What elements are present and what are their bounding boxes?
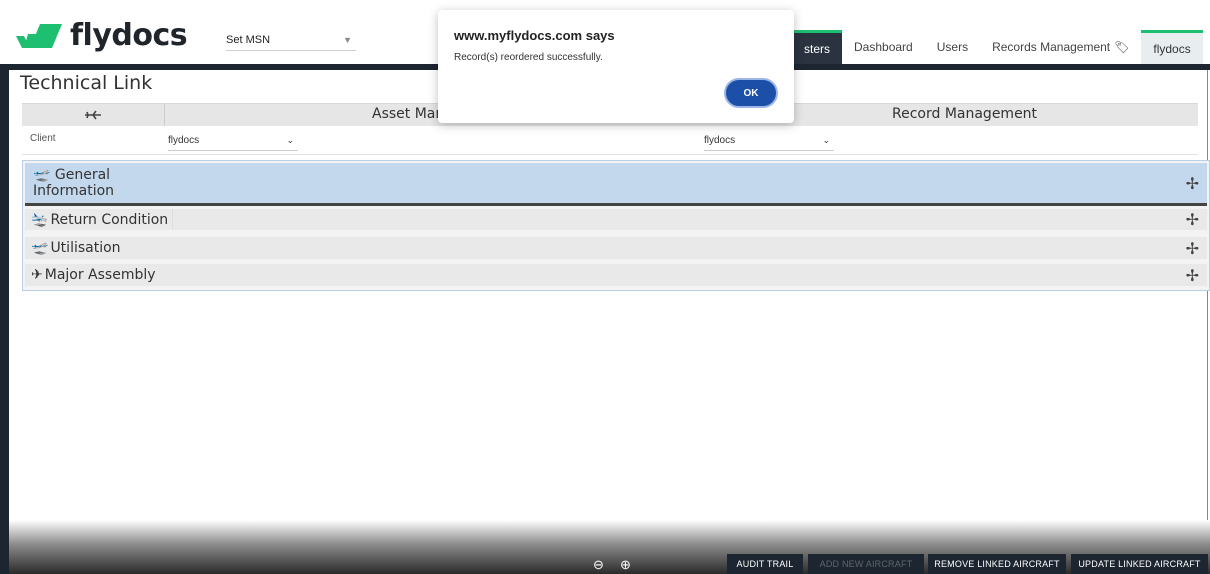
logout-icon[interactable]: ⇥: [1203, 30, 1210, 64]
client-row: Client flydocs ⌄ flydocs ⌄: [22, 126, 1198, 155]
nav-item-label: sters: [804, 41, 831, 56]
dialog-origin: www.myflydocs.com says: [454, 28, 615, 43]
record-client-select[interactable]: flydocs ⌄: [704, 130, 834, 151]
nav-item-records-management[interactable]: Records Management 🏷: [980, 30, 1141, 64]
button-label: AUDIT TRAIL: [736, 559, 794, 569]
section-utilisation[interactable]: 🛫 Utilisation ✢: [25, 237, 1207, 259]
section-return-condition[interactable]: 🛬 Return Condition ✢: [25, 209, 1207, 230]
airplane-landing-icon: 🛬: [31, 211, 49, 228]
section-label-line1: 🛫 General: [33, 167, 110, 183]
record-client-value: flydocs: [704, 134, 736, 146]
asset-client-select[interactable]: flydocs ⌄: [168, 130, 298, 151]
chevron-down-icon: ⌄: [286, 134, 294, 145]
logo-mark-icon: [16, 23, 62, 48]
nav-item-label: Users: [936, 40, 969, 54]
nav-item-dashboard[interactable]: Dashboard: [842, 30, 925, 64]
nav-item-label: flydocs: [1153, 41, 1191, 56]
section-label: Return Condition: [50, 211, 169, 228]
button-label: UPDATE LINKED AIRCRAFT: [1078, 559, 1201, 569]
section-label-group: ✈ Major Assembly: [25, 267, 156, 283]
airplane-takeoff-icon: 🛫: [31, 240, 49, 256]
top-nav: sters Dashboard Users Records Management…: [792, 30, 1210, 64]
section-label: Utilisation: [50, 240, 121, 256]
zoom-in-icon[interactable]: ⊕: [620, 557, 631, 573]
alert-dialog: www.myflydocs.com says Record(s) reorder…: [438, 10, 794, 123]
section-major-assembly[interactable]: ✈ Major Assembly ✢: [25, 264, 1207, 286]
audit-trail-button[interactable]: AUDIT TRAIL: [727, 554, 803, 574]
client-label: Client: [30, 133, 56, 144]
msn-select[interactable]: Set MSN ▼: [226, 30, 356, 51]
section-general-information[interactable]: 🛫 General Information ✢: [25, 163, 1207, 206]
button-label: ADD NEW AIRCRAFT: [819, 559, 913, 569]
remove-linked-aircraft-button[interactable]: REMOVE LINKED AIRCRAFT: [928, 554, 1066, 574]
nav-item-label: Dashboard: [854, 40, 913, 54]
left-edge-bar: [0, 64, 9, 574]
drag-move-icon[interactable]: ✢: [1186, 266, 1199, 285]
chevron-down-icon: ⌄: [822, 134, 830, 145]
zoom-out-icon[interactable]: ⊖: [593, 557, 604, 573]
ok-button[interactable]: OK: [724, 78, 778, 108]
update-linked-aircraft-button[interactable]: UPDATE LINKED AIRCRAFT: [1071, 554, 1208, 574]
record-management-header: Record Management: [892, 106, 1038, 122]
tag-icon: 🏷: [1114, 40, 1130, 54]
asset-client-value: flydocs: [168, 134, 200, 146]
airplane-takeoff-icon: 🛫: [33, 167, 51, 183]
aircraft-icon: ✈: [31, 267, 43, 283]
msn-select-label: Set MSN: [226, 34, 271, 46]
add-new-aircraft-button[interactable]: ADD NEW AIRCRAFT: [808, 554, 924, 574]
nav-item-label: Records Management: [992, 40, 1111, 54]
button-label: REMOVE LINKED AIRCRAFT: [934, 559, 1060, 569]
drag-move-icon[interactable]: ✢: [1186, 239, 1199, 258]
section-label-line2: Information: [33, 183, 115, 199]
logo-text: flydocs: [70, 18, 188, 53]
section-label-group: 🛫 Utilisation: [25, 240, 121, 256]
drag-move-icon[interactable]: ✢: [1186, 174, 1199, 193]
section-label: Major Assembly: [44, 267, 156, 283]
flydocs-logo[interactable]: flydocs: [16, 18, 188, 53]
sections-panel: 🛫 General Information ✢ 🛬 Return Conditi…: [22, 160, 1210, 291]
nav-item-flydocs[interactable]: flydocs: [1141, 30, 1203, 64]
dialog-message: Record(s) reordered successfully.: [454, 52, 603, 63]
section-label-group: 🛬 Return Condition: [25, 209, 174, 230]
caret-down-icon: ▼: [343, 35, 352, 45]
nav-item-masters[interactable]: sters: [792, 30, 843, 64]
section-label: General: [54, 167, 111, 183]
section-label-group: 🛫 General Information: [25, 167, 114, 199]
aircraft-icon: [22, 104, 165, 126]
page-title: Technical Link: [20, 72, 153, 94]
drag-move-icon[interactable]: ✢: [1186, 210, 1199, 229]
nav-item-users[interactable]: Users: [925, 30, 980, 64]
